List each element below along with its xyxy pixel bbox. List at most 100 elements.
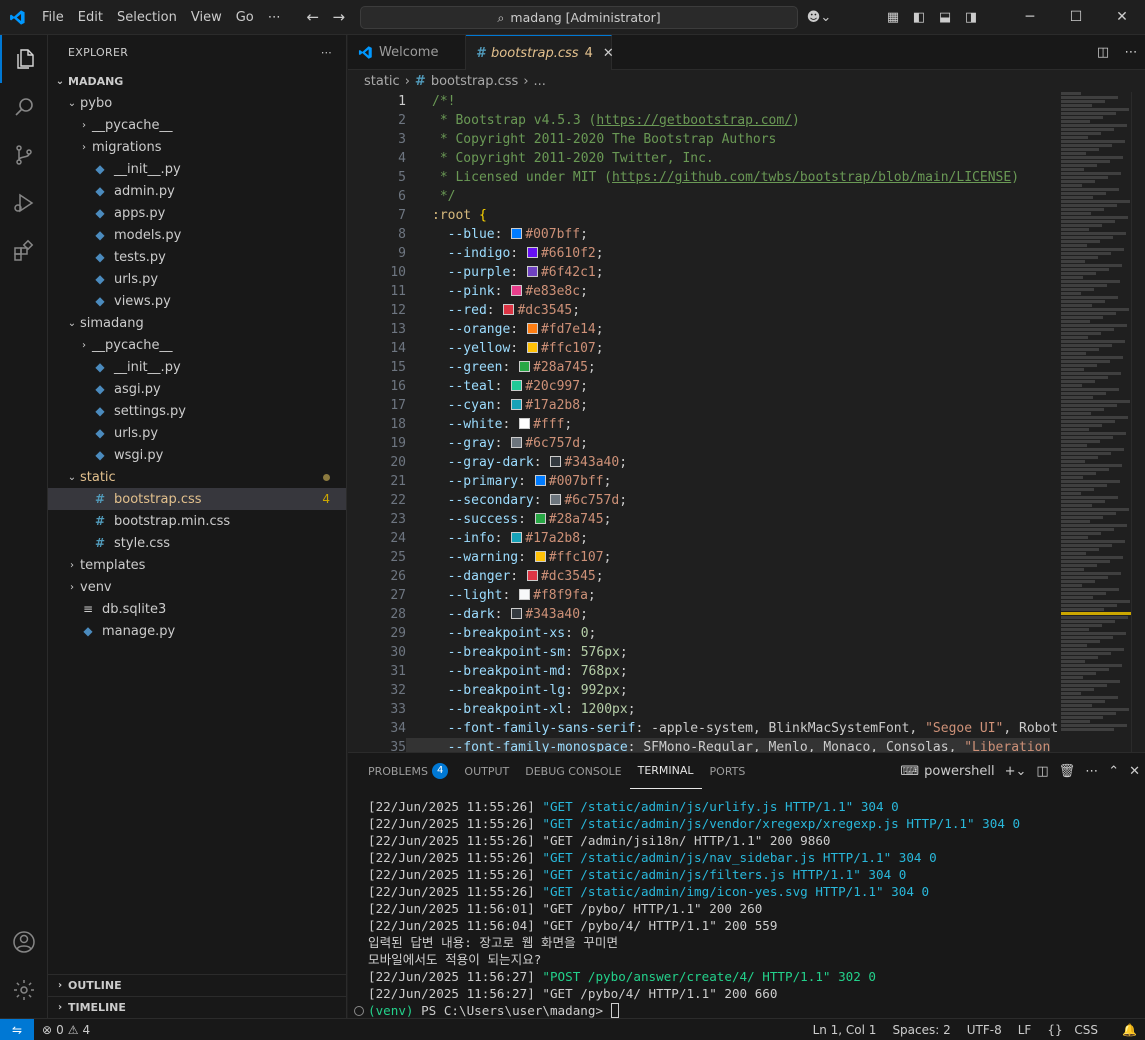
tab-debug-console[interactable]: DEBUG CONSOLE	[517, 753, 629, 789]
close-window-icon[interactable]: ✕	[1099, 0, 1145, 35]
color-swatch[interactable]	[534, 513, 546, 524]
go-forward-icon[interactable]: →	[326, 8, 352, 26]
color-swatch[interactable]	[519, 418, 531, 429]
minimap[interactable]	[1061, 92, 1131, 752]
color-swatch[interactable]	[534, 551, 546, 562]
tab-problems[interactable]: PROBLEMS 4	[360, 753, 456, 789]
breadcrumb-file[interactable]: bootstrap.css	[431, 74, 519, 89]
file-item[interactable]: ◆ settings.py	[48, 400, 346, 422]
timeline-section[interactable]: › TIMELINE	[48, 996, 347, 1018]
cursor-position[interactable]: Ln 1, Col 1	[805, 1023, 885, 1037]
error-count[interactable]: 0	[56, 1023, 64, 1037]
extensions-icon[interactable]	[0, 227, 48, 275]
code-editor[interactable]: 1 /*! 2 * Bootstrap v4.5.3 (https://getboo…	[348, 92, 1145, 752]
menu-item-go[interactable]: Go	[229, 0, 261, 35]
customize-layout-icon[interactable]: ▦	[880, 10, 906, 25]
maximize-icon[interactable]: ☐	[1053, 0, 1099, 35]
explorer-icon[interactable]	[0, 35, 48, 83]
file-item[interactable]: ◆ wsgi.py	[48, 444, 346, 466]
editor-scrollbar[interactable]	[1131, 92, 1145, 752]
color-swatch[interactable]	[511, 532, 523, 543]
folder-item[interactable]: › __pycache__	[48, 334, 346, 356]
more-actions-icon[interactable]: ⋯	[321, 46, 332, 59]
folder-item[interactable]: › templates	[48, 554, 346, 576]
more-actions-icon[interactable]: ⋯	[1080, 764, 1103, 779]
folder-item[interactable]: ⌄ static	[48, 466, 346, 488]
close-panel-icon[interactable]: ✕	[1124, 764, 1145, 779]
kill-terminal-icon[interactable]: 🗑	[1054, 764, 1081, 779]
menu-item-view[interactable]: View	[184, 0, 229, 35]
color-swatch[interactable]	[511, 399, 523, 410]
color-swatch[interactable]	[511, 228, 523, 239]
file-item[interactable]: ◆ apps.py	[48, 202, 346, 224]
workspace-root[interactable]: ⌄ MADANG	[48, 70, 346, 92]
folder-item[interactable]: › migrations	[48, 136, 346, 158]
tab-bootstrap-css[interactable]: # bootstrap.css 4 ✕	[466, 35, 614, 70]
more-actions-icon[interactable]: ⋯	[1117, 45, 1145, 60]
file-item[interactable]: ◆ views.py	[48, 290, 346, 312]
tab-terminal[interactable]: TERMINAL	[629, 753, 702, 789]
toggle-sidebar-icon[interactable]: ◧	[906, 10, 932, 25]
color-swatch[interactable]	[534, 475, 546, 486]
terminal-output[interactable]: [22/Jun/2025 11:55:26] "GET /static/admi…	[354, 798, 1138, 1019]
tab-welcome[interactable]: Welcome	[348, 35, 466, 70]
color-swatch[interactable]	[503, 304, 515, 315]
terminal-shell-label[interactable]: powershell	[924, 764, 999, 779]
color-swatch[interactable]	[519, 589, 531, 600]
notifications-icon[interactable]: 🔔	[1114, 1023, 1145, 1037]
run-debug-icon[interactable]	[0, 179, 48, 227]
file-item[interactable]: ◆ admin.py	[48, 180, 346, 202]
menu-item-file[interactable]: File	[35, 0, 71, 35]
maximize-panel-icon[interactable]: ⌃	[1103, 764, 1124, 779]
file-item[interactable]: ◆ __init__.py	[48, 158, 346, 180]
command-center-search[interactable]: ⌕ madang [Administrator]	[360, 6, 798, 29]
tab-ports[interactable]: PORTS	[702, 753, 754, 789]
menu-item-edit[interactable]: Edit	[71, 0, 110, 35]
file-item[interactable]: ◆ urls.py	[48, 268, 346, 290]
color-swatch[interactable]	[511, 285, 523, 296]
color-swatch[interactable]	[550, 456, 562, 467]
folder-item[interactable]: ⌄ pybo	[48, 92, 346, 114]
toggle-secondary-sidebar-icon[interactable]: ◨	[958, 10, 984, 25]
file-item[interactable]: # style.css	[48, 532, 346, 554]
file-item[interactable]: ◆ models.py	[48, 224, 346, 246]
copilot-icon[interactable]: ☻⌄	[806, 10, 832, 25]
file-item[interactable]: ◆ urls.py	[48, 422, 346, 444]
encoding[interactable]: UTF-8	[959, 1023, 1010, 1037]
color-swatch[interactable]	[519, 361, 531, 372]
split-editor-icon[interactable]: ◫	[1089, 45, 1117, 60]
indentation[interactable]: Spaces: 2	[884, 1023, 958, 1037]
go-back-icon[interactable]: ←	[300, 8, 326, 26]
menu-item-more[interactable]: ⋯	[261, 0, 288, 35]
accounts-icon[interactable]	[0, 918, 48, 966]
color-swatch[interactable]	[526, 323, 538, 334]
search-view-icon[interactable]	[0, 83, 48, 131]
settings-gear-icon[interactable]	[0, 966, 48, 1014]
color-swatch[interactable]	[526, 266, 538, 277]
split-terminal-icon[interactable]: ◫	[1031, 764, 1053, 779]
tab-output[interactable]: OUTPUT	[456, 753, 517, 789]
file-item[interactable]: # bootstrap.min.css	[48, 510, 346, 532]
remote-indicator-icon[interactable]: ⇋	[0, 1018, 34, 1040]
breadcrumb-folder[interactable]: static	[364, 74, 400, 89]
language-mode[interactable]: {} CSS	[1039, 1023, 1114, 1037]
terminal-prompt[interactable]: (venv) PS C:\Users\user\madang>	[354, 1002, 1138, 1019]
new-terminal-icon[interactable]: +⌄	[1000, 764, 1032, 779]
color-swatch[interactable]	[511, 437, 523, 448]
toggle-panel-icon[interactable]: ⬓	[932, 10, 958, 25]
end-of-line[interactable]: LF	[1010, 1023, 1040, 1037]
file-item[interactable]: ≡ db.sqlite3	[48, 598, 346, 620]
color-swatch[interactable]	[550, 494, 562, 505]
color-swatch[interactable]	[526, 247, 538, 258]
source-control-icon[interactable]	[0, 131, 48, 179]
file-item[interactable]: # bootstrap.css 4	[48, 488, 346, 510]
folder-item[interactable]: ⌄ simadang	[48, 312, 346, 334]
file-item[interactable]: ◆ manage.py	[48, 620, 346, 642]
color-swatch[interactable]	[526, 342, 538, 353]
folder-item[interactable]: › venv	[48, 576, 346, 598]
minimize-icon[interactable]: ─	[1007, 0, 1053, 35]
warning-count[interactable]: 4	[82, 1023, 90, 1037]
file-item[interactable]: ◆ asgi.py	[48, 378, 346, 400]
folder-item[interactable]: › __pycache__	[48, 114, 346, 136]
file-item[interactable]: ◆ tests.py	[48, 246, 346, 268]
